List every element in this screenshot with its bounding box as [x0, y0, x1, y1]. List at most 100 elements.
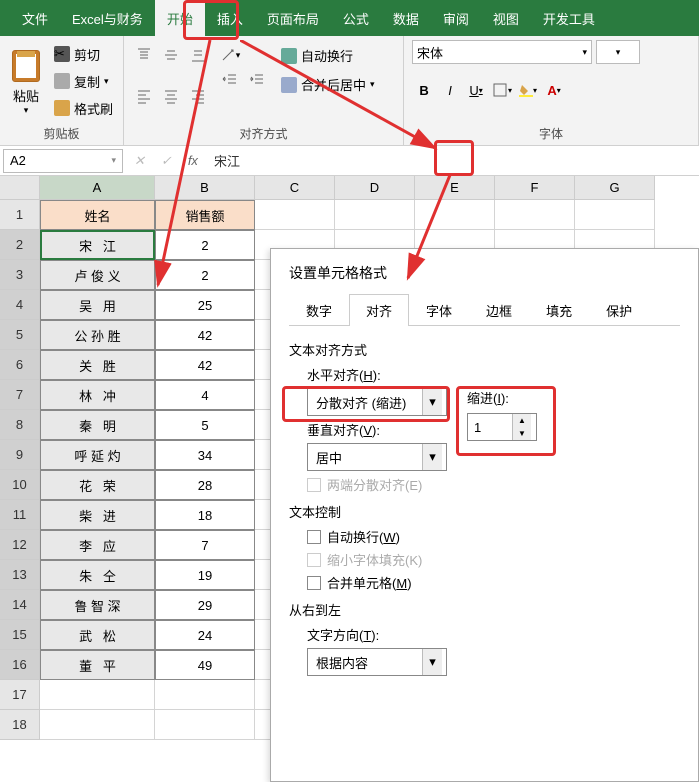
table-cell-sales[interactable]: 19	[155, 560, 255, 590]
table-cell-sales[interactable]: 18	[155, 500, 255, 530]
table-cell-name[interactable]: 董 平	[40, 650, 155, 680]
row-header[interactable]: 13	[0, 560, 40, 590]
row-header[interactable]: 1	[0, 200, 40, 230]
merge-center-button[interactable]: 合并后居中▾	[277, 73, 379, 96]
tab-insert[interactable]: 插入	[205, 0, 255, 36]
col-header[interactable]: C	[255, 176, 335, 200]
row-header[interactable]: 9	[0, 440, 40, 470]
row-header[interactable]: 14	[0, 590, 40, 620]
row-header[interactable]: 6	[0, 350, 40, 380]
row-header[interactable]: 4	[0, 290, 40, 320]
table-header-sales[interactable]: 销售额	[155, 200, 255, 230]
paste-button[interactable]: 粘贴 ▾	[8, 40, 44, 122]
tab-home[interactable]: 开始	[155, 0, 205, 36]
align-bottom-button[interactable]	[186, 44, 210, 66]
table-cell-sales[interactable]: 42	[155, 320, 255, 350]
row-header[interactable]: 15	[0, 620, 40, 650]
align-left-button[interactable]	[132, 85, 156, 107]
table-cell-name[interactable]: 花 荣	[40, 470, 155, 500]
bold-button[interactable]: B	[412, 78, 436, 102]
table-cell-name[interactable]: 呼 延 灼	[40, 440, 155, 470]
font-size-select[interactable]: ▾	[596, 40, 640, 64]
decrease-indent-button[interactable]	[218, 69, 242, 91]
tab-excel-finance[interactable]: Excel与财务	[60, 0, 155, 36]
orientation-button[interactable]: ▾	[218, 44, 242, 66]
col-header[interactable]: A	[40, 176, 155, 200]
table-cell-name[interactable]: 秦 明	[40, 410, 155, 440]
tab-developer[interactable]: 开发工具	[531, 0, 607, 36]
merge-cells-checkbox[interactable]: 合并单元格(M)	[307, 573, 680, 592]
table-cell-sales[interactable]: 34	[155, 440, 255, 470]
dlg-tab-fill[interactable]: 填充	[529, 294, 589, 326]
table-cell-name[interactable]: 鲁 智 深	[40, 590, 155, 620]
tab-page-layout[interactable]: 页面布局	[255, 0, 331, 36]
text-dir-select[interactable]: 根据内容 ▾	[307, 648, 447, 676]
tab-view[interactable]: 视图	[481, 0, 531, 36]
increase-indent-button[interactable]	[245, 69, 269, 91]
dlg-tab-number[interactable]: 数字	[289, 294, 349, 326]
table-cell-name[interactable]: 公 孙 胜	[40, 320, 155, 350]
indent-spinner[interactable]: ▲▼	[467, 413, 537, 441]
cancel-formula-button[interactable]: ✕	[126, 153, 153, 169]
table-cell-sales[interactable]: 7	[155, 530, 255, 560]
col-header[interactable]: B	[155, 176, 255, 200]
spin-down[interactable]: ▼	[513, 427, 531, 440]
col-header[interactable]: F	[495, 176, 575, 200]
fx-button[interactable]: fx	[180, 153, 206, 168]
indent-input[interactable]	[468, 420, 512, 435]
row-header[interactable]: 3	[0, 260, 40, 290]
table-header-name[interactable]: 姓名	[40, 200, 155, 230]
table-cell-sales[interactable]: 28	[155, 470, 255, 500]
tab-data[interactable]: 数据	[381, 0, 431, 36]
row-header[interactable]: 10	[0, 470, 40, 500]
enter-formula-button[interactable]: ✓	[153, 153, 180, 169]
paste-dropdown-icon[interactable]: ▾	[24, 105, 29, 116]
table-cell-sales[interactable]: 24	[155, 620, 255, 650]
table-cell-name[interactable]: 关 胜	[40, 350, 155, 380]
wrap-text-checkbox[interactable]: 自动换行(W)	[307, 527, 680, 546]
dlg-tab-border[interactable]: 边框	[469, 294, 529, 326]
row-header[interactable]: 5	[0, 320, 40, 350]
col-header[interactable]: E	[415, 176, 495, 200]
table-cell-sales[interactable]: 4	[155, 380, 255, 410]
table-cell-sales[interactable]: 2	[155, 230, 255, 260]
h-align-select[interactable]: 分散对齐 (缩进) ▾	[307, 388, 447, 416]
table-cell-sales[interactable]: 2	[155, 260, 255, 290]
align-right-button[interactable]	[186, 85, 210, 107]
align-top-button[interactable]	[132, 44, 156, 66]
tab-review[interactable]: 审阅	[431, 0, 481, 36]
table-cell-name[interactable]: 宋 江	[40, 230, 155, 260]
row-header[interactable]: 8	[0, 410, 40, 440]
col-header[interactable]: G	[575, 176, 655, 200]
table-cell-name[interactable]: 林 冲	[40, 380, 155, 410]
wrap-text-button[interactable]: 自动换行	[277, 44, 379, 67]
table-cell-sales[interactable]: 5	[155, 410, 255, 440]
table-cell-sales[interactable]: 25	[155, 290, 255, 320]
row-header[interactable]: 12	[0, 530, 40, 560]
format-painter-button[interactable]: 格式刷	[52, 97, 115, 120]
cut-button[interactable]: ✂剪切	[52, 43, 115, 66]
table-cell-name[interactable]: 吴 用	[40, 290, 155, 320]
formula-input[interactable]: 宋江	[206, 151, 699, 170]
row-header[interactable]: 11	[0, 500, 40, 530]
italic-button[interactable]: I	[438, 78, 462, 102]
dlg-tab-font[interactable]: 字体	[409, 294, 469, 326]
col-header[interactable]: D	[335, 176, 415, 200]
table-cell-name[interactable]: 李 应	[40, 530, 155, 560]
table-cell-name[interactable]: 朱 仝	[40, 560, 155, 590]
row-header[interactable]: 2	[0, 230, 40, 260]
copy-button[interactable]: 复制▾	[52, 70, 115, 93]
tab-file[interactable]: 文件	[10, 0, 60, 36]
v-align-select[interactable]: 居中 ▾	[307, 443, 447, 471]
tab-formulas[interactable]: 公式	[331, 0, 381, 36]
select-all-corner[interactable]	[0, 176, 40, 200]
dlg-tab-protection[interactable]: 保护	[589, 294, 649, 326]
align-center-button[interactable]	[159, 85, 183, 107]
table-cell-sales[interactable]: 49	[155, 650, 255, 680]
table-cell-sales[interactable]: 42	[155, 350, 255, 380]
row-header[interactable]: 16	[0, 650, 40, 680]
dlg-tab-alignment[interactable]: 对齐	[349, 294, 409, 326]
name-box[interactable]: A2▾	[3, 149, 123, 173]
border-button[interactable]: ▾	[490, 78, 514, 102]
fill-color-button[interactable]: ▾	[516, 78, 540, 102]
